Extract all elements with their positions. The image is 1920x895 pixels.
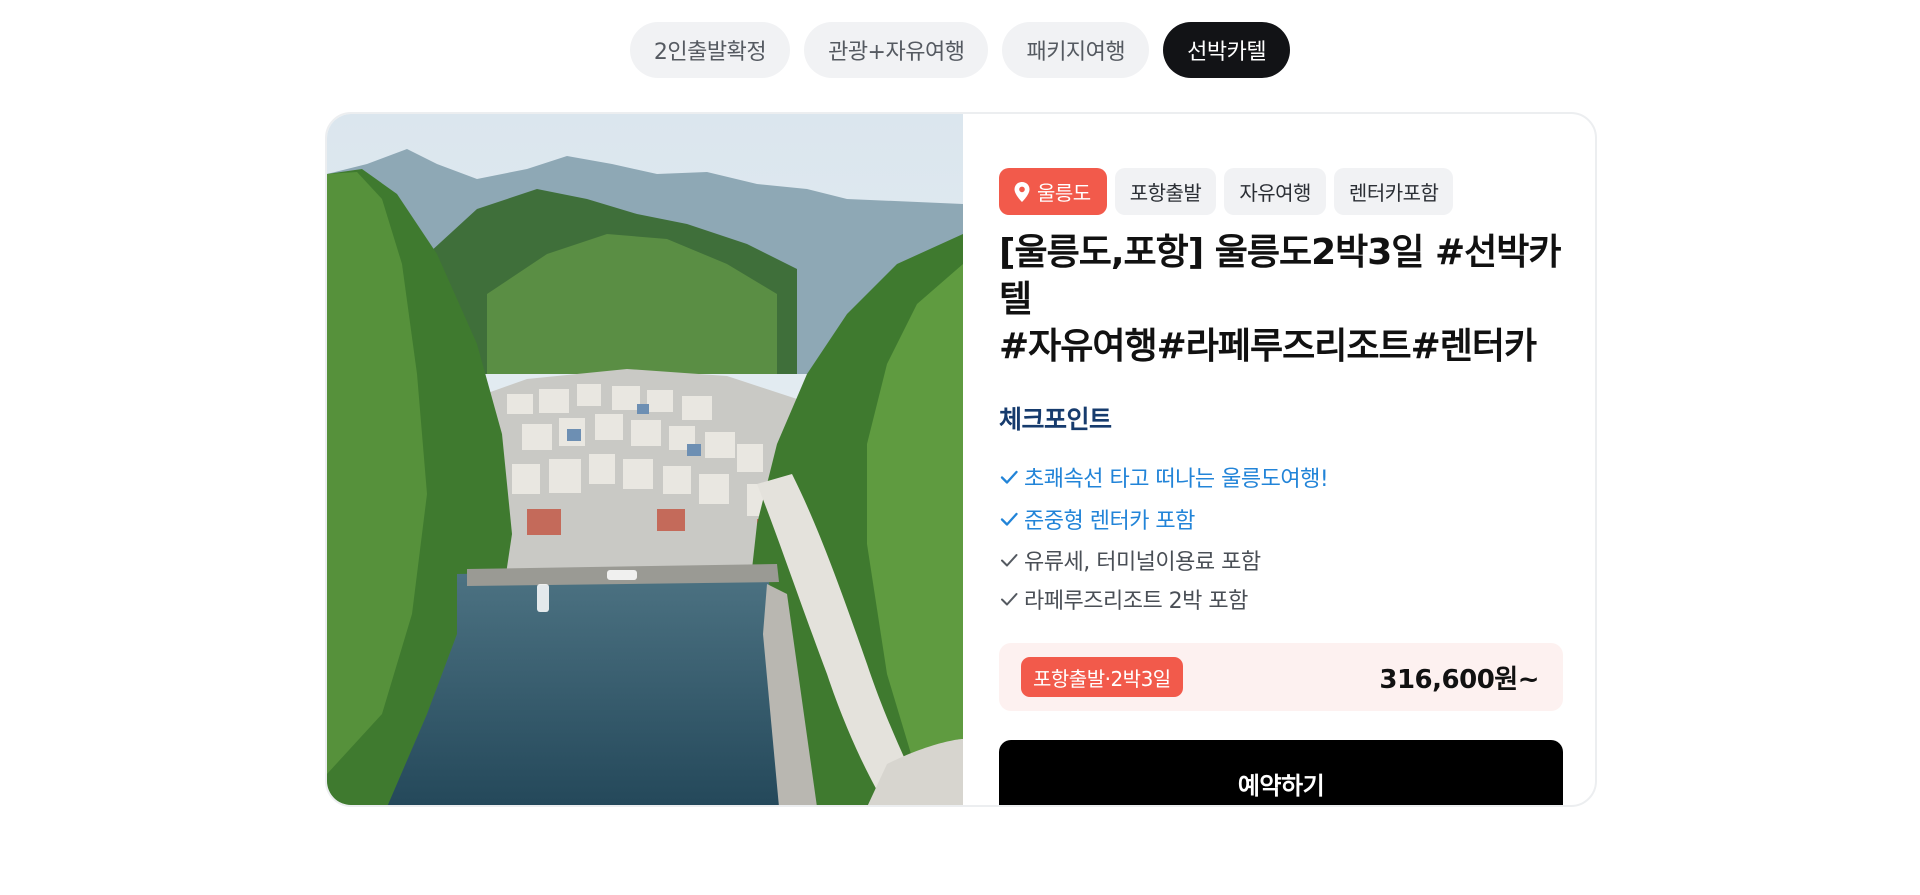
- checkpoint-list: 초쾌속선 타고 떠나는 울릉도여행! 준중형 렌터카 포함 유류세, 터미널이용…: [999, 456, 1563, 618]
- product-tags: 울릉도 포항출발 자유여행 렌터카포함: [999, 168, 1563, 215]
- filter-chip-2-person-departure[interactable]: 2인출발확정: [629, 22, 791, 78]
- tag-location-label: 울릉도: [1037, 181, 1091, 205]
- product-title[interactable]: [울릉도,포항] 울릉도2박3일 #선박카텔 #자유여행#라페루즈리조트#렌터카: [999, 229, 1563, 370]
- product-info: 울릉도 포항출발 자유여행 렌터카포함 [울릉도,포항] 울릉도2박3일 #선박…: [999, 168, 1563, 805]
- product-photo: [327, 114, 963, 805]
- map-pin-icon: [1014, 181, 1030, 202]
- checkpoint-item: 준중형 렌터카 포함: [999, 498, 1563, 540]
- price-amount: 316,600원~: [1379, 664, 1539, 695]
- tag-rental-car: 렌터카포함: [1333, 168, 1454, 215]
- check-icon: [1001, 592, 1018, 605]
- checkpoint-text: 초쾌속선 타고 떠나는 울릉도여행!: [1024, 467, 1329, 492]
- price-box: 포항출발·2박3일 316,600원~: [999, 643, 1563, 711]
- filter-chip-package-tour[interactable]: 패키지여행: [1002, 22, 1150, 78]
- filter-chip-ship-hotel[interactable]: 선박카텔: [1163, 22, 1291, 78]
- product-card[interactable]: 울릉도 포항출발 자유여행 렌터카포함 [울릉도,포항] 울릉도2박3일 #선박…: [325, 112, 1597, 807]
- checkpoint-item: 초쾌속선 타고 떠나는 울릉도여행!: [999, 456, 1563, 498]
- product-title-line1: [울릉도,포항] 울릉도2박3일 #선박카텔: [999, 232, 1561, 320]
- checkpoint-item: 라페루즈리조트 2박 포함: [999, 579, 1563, 618]
- check-icon: [1000, 512, 1018, 526]
- tag-departure: 포항출발: [1114, 168, 1217, 215]
- checkpoint-heading: 체크포인트: [999, 405, 1112, 434]
- check-icon: [1000, 470, 1018, 484]
- check-icon: [1001, 553, 1018, 566]
- checkpoint-text: 유류세, 터미널이용료 포함: [1024, 549, 1261, 575]
- checkpoint-item: 유류세, 터미널이용료 포함: [999, 540, 1563, 579]
- filter-chip-bar: 2인출발확정 관광+자유여행 패키지여행 선박카텔: [0, 22, 1920, 78]
- product-title-line2: #자유여행#라페루즈리조트#렌터카: [999, 326, 1537, 367]
- filter-chip-tour-free-travel[interactable]: 관광+자유여행: [804, 22, 989, 78]
- tag-travel-type: 자유여행: [1224, 168, 1326, 215]
- tag-location: 울릉도: [999, 168, 1107, 215]
- price-option-badge: 포항출발·2박3일: [1021, 657, 1183, 697]
- reserve-button[interactable]: 예약하기: [999, 740, 1563, 805]
- checkpoint-text: 준중형 렌터카 포함: [1024, 509, 1195, 534]
- checkpoint-text: 라페루즈리조트 2박 포함: [1024, 588, 1248, 614]
